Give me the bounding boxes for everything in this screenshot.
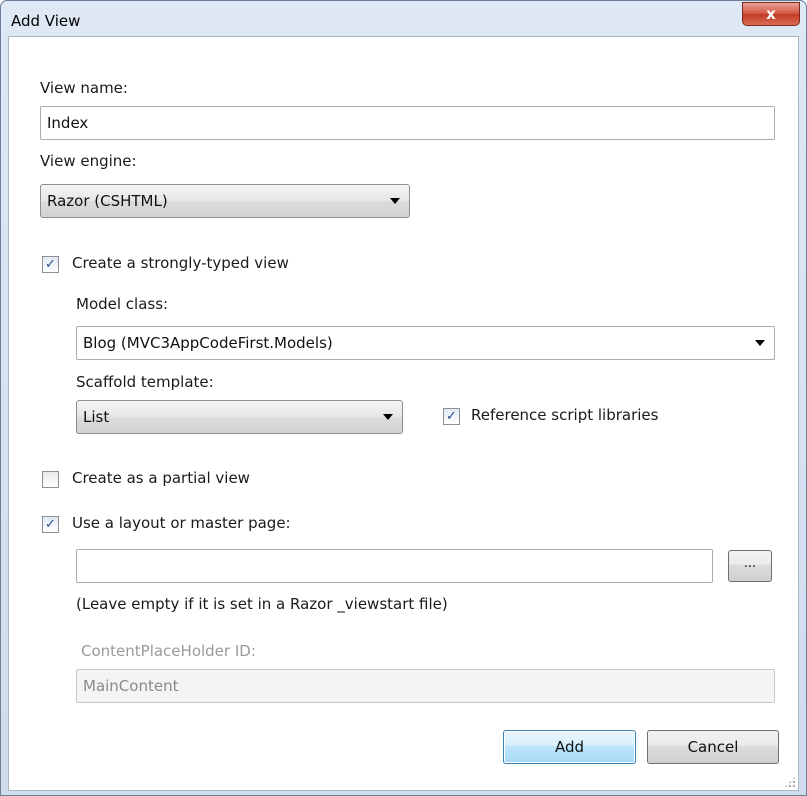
chevron-down-icon: [755, 340, 765, 346]
partial-view-label[interactable]: Create as a partial view: [72, 469, 250, 487]
browse-button[interactable]: ...: [728, 550, 772, 582]
view-name-input[interactable]: Index: [40, 106, 775, 140]
cancel-button[interactable]: Cancel: [647, 730, 779, 764]
scaffold-template-dropdown[interactable]: List: [76, 400, 403, 434]
view-engine-value: Razor (CSHTML): [47, 192, 168, 210]
layout-path-input[interactable]: [76, 549, 713, 583]
view-engine-label: View engine:: [40, 152, 137, 170]
checkmark-icon: ✓: [45, 257, 56, 272]
model-class-dropdown[interactable]: Blog (MVC3AppCodeFirst.Models): [76, 326, 775, 360]
reference-scripts-checkbox[interactable]: ✓: [443, 408, 460, 425]
layout-hint-text: (Leave empty if it is set in a Razor _vi…: [76, 595, 448, 613]
scaffold-template-label: Scaffold template:: [76, 373, 214, 391]
view-name-label: View name:: [40, 79, 128, 97]
add-button[interactable]: Add: [503, 730, 636, 764]
resize-grip-icon[interactable]: [784, 776, 796, 788]
view-engine-dropdown[interactable]: Razor (CSHTML): [40, 184, 410, 218]
partial-view-checkbox[interactable]: [42, 471, 59, 488]
model-class-label: Model class:: [76, 295, 169, 313]
checkmark-icon: ✓: [446, 409, 457, 424]
add-view-dialog: Add View x View name: Index View engine:…: [0, 0, 807, 796]
checkmark-icon: ✓: [45, 517, 56, 532]
dialog-body: View name: Index View engine: Razor (CSH…: [8, 36, 799, 791]
chevron-down-icon: [383, 414, 393, 420]
dialog-title: Add View: [11, 12, 81, 30]
strongly-typed-label[interactable]: Create a strongly-typed view: [72, 254, 289, 272]
use-layout-checkbox[interactable]: ✓: [42, 516, 59, 533]
placeholder-id-input[interactable]: MainContent: [76, 669, 775, 703]
scaffold-template-value: List: [83, 408, 110, 426]
placeholder-id-label: ContentPlaceHolder ID:: [81, 642, 256, 660]
reference-scripts-label[interactable]: Reference script libraries: [471, 406, 658, 424]
close-button[interactable]: x: [742, 2, 800, 26]
close-icon: x: [766, 5, 776, 23]
model-class-value: Blog (MVC3AppCodeFirst.Models): [83, 334, 333, 352]
chevron-down-icon: [390, 198, 400, 204]
use-layout-label[interactable]: Use a layout or master page:: [72, 514, 291, 532]
strongly-typed-checkbox[interactable]: ✓: [42, 256, 59, 273]
